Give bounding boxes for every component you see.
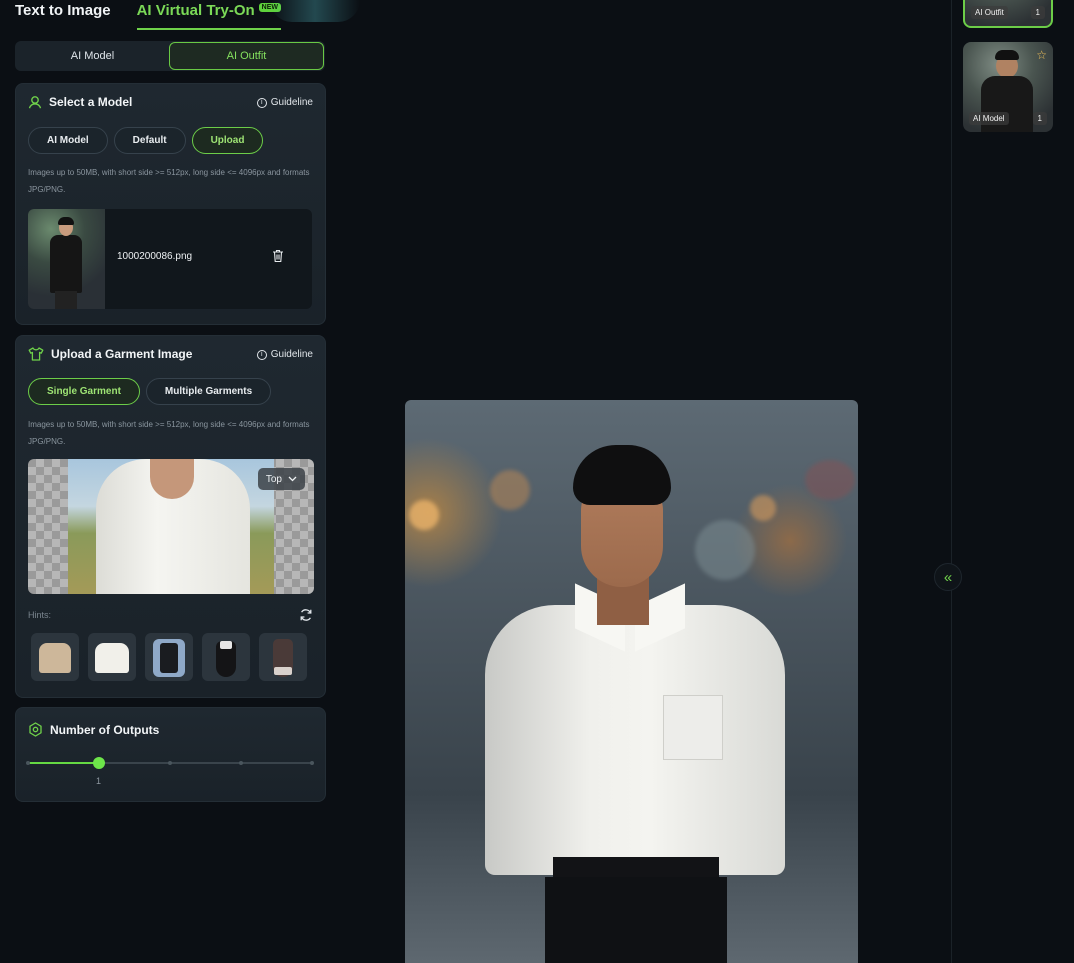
slider-fill: [28, 762, 99, 764]
top-tabs: Text to Image AI Virtual Try-On NEW: [15, 0, 282, 34]
model-thumbnail: [28, 209, 105, 309]
model-wearing-outfit: [485, 445, 785, 963]
hexagon-icon: [29, 722, 42, 737]
outputs-title: Number of Outputs: [28, 722, 159, 737]
slider-knob[interactable]: [93, 757, 105, 769]
history-count: 1: [1032, 112, 1047, 125]
model-source-options: AI Model Default Upload: [28, 127, 264, 154]
multiple-garments-button[interactable]: Multiple Garments: [145, 378, 272, 405]
source-default-button[interactable]: Default: [113, 127, 186, 154]
slider-tick: [168, 761, 172, 765]
uploaded-model-file: 1000200086.png: [28, 209, 312, 309]
outputs-value: 1: [96, 776, 102, 786]
info-icon: i: [256, 349, 267, 360]
model-guideline-link[interactable]: i Guideline: [256, 97, 313, 108]
garment-mode-options: Single Garment Multiple Garments: [28, 378, 272, 405]
hint-beige-shirt[interactable]: [31, 633, 79, 681]
tab-text-to-image[interactable]: Text to Image: [15, 0, 111, 30]
tab-ai-virtual-try-on[interactable]: AI Virtual Try-On NEW: [136, 0, 282, 30]
person-icon: [28, 96, 42, 109]
select-model-card: Select a Model i Guideline AI Model Defa…: [15, 83, 326, 325]
slider-tick: [26, 761, 30, 765]
source-upload-button[interactable]: Upload: [191, 127, 264, 154]
hints-label: Hints:: [28, 610, 52, 620]
tshirt-icon: [28, 347, 44, 361]
garment-hint-list: [31, 633, 307, 681]
single-garment-button[interactable]: Single Garment: [28, 378, 140, 405]
hint-white-tshirt[interactable]: [88, 633, 136, 681]
source-ai-model-button[interactable]: AI Model: [28, 127, 108, 154]
info-icon: i: [256, 97, 267, 108]
collapse-panel-button[interactable]: «: [934, 563, 962, 591]
garment-guideline-link[interactable]: i Guideline: [256, 349, 313, 360]
star-icon[interactable]: ☆: [1036, 48, 1047, 62]
garment-image: [68, 459, 274, 594]
history-label: AI Outfit: [971, 6, 1008, 19]
history-count: 1: [1030, 6, 1045, 19]
slider-tick: [310, 761, 314, 765]
outputs-card: Number of Outputs 1: [15, 707, 326, 802]
hint-black-dress[interactable]: [202, 633, 250, 681]
history-divider: [951, 0, 952, 963]
mode-ai-model-button[interactable]: AI Model: [16, 42, 169, 70]
history-item-ai-model[interactable]: ☆ AI Model 1: [963, 42, 1053, 132]
model-file-name: 1000200086.png: [117, 251, 193, 262]
mode-switch: AI Model AI Outfit: [15, 41, 325, 71]
chevron-down-icon: [288, 476, 297, 482]
slider-tick: [239, 761, 243, 765]
hint-denim-vest-outfit[interactable]: [145, 633, 193, 681]
garment-preview[interactable]: Top: [28, 459, 314, 594]
history-label: AI Model: [969, 112, 1009, 125]
history-item-ai-outfit[interactable]: AI Outfit 1: [963, 0, 1053, 28]
model-upload-hint: Images up to 50MB, with short side >= 51…: [28, 168, 310, 194]
garment-title: Upload a Garment Image: [28, 347, 192, 361]
outputs-slider[interactable]: [26, 757, 314, 769]
garment-type-select[interactable]: Top: [257, 468, 305, 490]
garment-card: Upload a Garment Image i Guideline Singl…: [15, 335, 326, 698]
hint-brown-dress[interactable]: [259, 633, 307, 681]
mode-ai-outfit-button[interactable]: AI Outfit: [169, 42, 324, 70]
result-image[interactable]: [405, 400, 858, 963]
trash-icon[interactable]: [272, 249, 284, 263]
double-chevron-left-icon: «: [943, 568, 953, 586]
garment-upload-hint: Images up to 50MB, with short side >= 51…: [28, 420, 310, 446]
select-model-title: Select a Model: [28, 95, 132, 109]
header-decoration: [270, 0, 360, 22]
refresh-icon[interactable]: [299, 608, 313, 622]
